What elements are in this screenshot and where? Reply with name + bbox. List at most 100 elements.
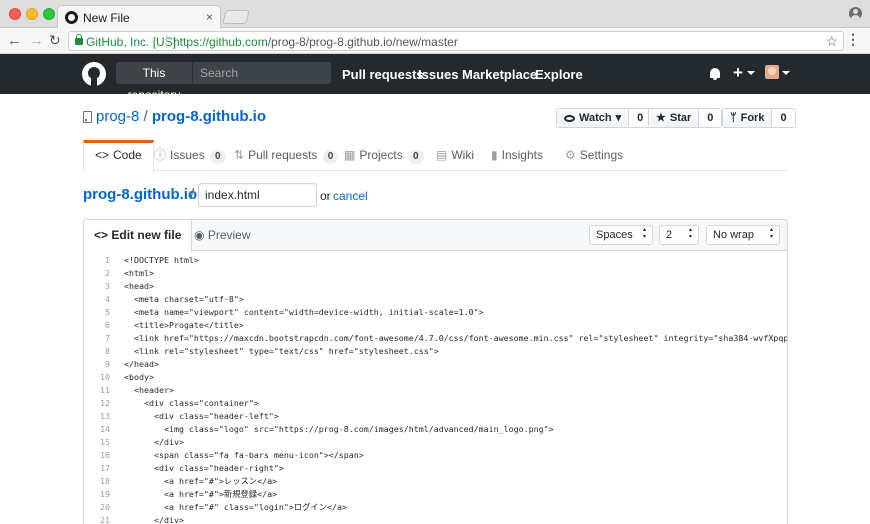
tab-projects[interactable]: ▦ Projects 0	[344, 140, 424, 171]
tab-wiki-label: Wiki	[451, 148, 475, 162]
filename-input[interactable]	[198, 183, 317, 207]
line-number: 8	[105, 346, 110, 356]
nav-pull-requests[interactable]: Pull requests	[342, 67, 424, 82]
maximize-window-button[interactable]	[43, 8, 55, 20]
address-bar[interactable]: GitHub, Inc. [US] https://github.com/pro…	[68, 31, 844, 51]
wrap-mode-select[interactable]: No wrap	[706, 225, 780, 245]
user-avatar[interactable]	[765, 65, 779, 79]
code-line[interactable]: 10 <body>	[84, 371, 787, 384]
fork-button[interactable]: ᛘ Fork	[723, 109, 773, 127]
code-line[interactable]: 9 </head>	[84, 358, 787, 371]
tab-preview[interactable]: ◉ Preview	[184, 220, 261, 252]
line-content[interactable]: <img class="logo" src="https://prog-8.co…	[124, 423, 554, 436]
tab-insights[interactable]: ▮ Insights	[491, 140, 543, 171]
new-tab-button[interactable]	[222, 10, 250, 24]
repo-owner-link[interactable]: prog-8	[96, 108, 139, 125]
indent-mode-select[interactable]: Spaces	[589, 225, 653, 245]
code-line[interactable]: 2 <html>	[84, 267, 787, 280]
back-arrow-icon[interactable]: ←	[7, 32, 22, 49]
certificate-label: GitHub, Inc. [US]	[86, 35, 177, 49]
search-input[interactable]: Search	[192, 62, 331, 84]
browser-menu-icon[interactable]: ⋮	[846, 31, 860, 48]
profile-icon[interactable]	[849, 7, 862, 20]
line-content[interactable]: <header>	[124, 384, 174, 397]
line-content[interactable]: <body>	[124, 371, 154, 384]
line-content[interactable]: <html>	[124, 267, 154, 280]
code-line[interactable]: 5 <meta name="viewport" content="width=d…	[84, 306, 787, 319]
code-line[interactable]: 20 <a href="#" class="login">ログイン</a>	[84, 501, 787, 514]
line-content[interactable]: <head>	[124, 280, 154, 293]
tab-wiki[interactable]: ▤ Wiki	[436, 140, 474, 171]
line-content[interactable]: <link href="https://maxcdn.bootstrapcdn.…	[124, 332, 787, 345]
nav-explore[interactable]: Explore	[535, 67, 583, 82]
line-content[interactable]: </div>	[124, 436, 184, 449]
close-window-button[interactable]	[9, 8, 21, 20]
code-line[interactable]: 6 <title>Progate</title>	[84, 319, 787, 332]
line-content[interactable]: <title>Progate</title>	[124, 319, 244, 332]
indent-size-select[interactable]: 2	[659, 225, 699, 245]
tab-settings[interactable]: ⚙ Settings	[565, 140, 623, 171]
url-text[interactable]: https://github.com/prog-8/prog-8.github.…	[173, 35, 458, 49]
line-content[interactable]: <a href="#" class="login">ログイン</a>	[124, 501, 347, 514]
code-line[interactable]: 17 <div class="header-right">	[84, 462, 787, 475]
code-line[interactable]: 21 </div>	[84, 514, 787, 524]
line-content[interactable]: <a href="#">新規登録</a>	[124, 488, 277, 501]
nav-issues[interactable]: Issues	[418, 67, 458, 82]
code-line[interactable]: 12 <div class="container">	[84, 397, 787, 410]
tab-code[interactable]: <> Code	[83, 140, 154, 172]
star-button[interactable]: ★ Star	[649, 109, 700, 127]
line-content[interactable]: <meta charset="utf-8">	[124, 293, 244, 306]
line-content[interactable]: <div class="header-left">	[124, 410, 279, 423]
code-line[interactable]: 19 <a href="#">新規登録</a>	[84, 488, 787, 501]
notifications-bell-icon[interactable]	[710, 68, 720, 80]
code-line[interactable]: 13 <div class="header-left">	[84, 410, 787, 423]
nav-marketplace[interactable]: Marketplace	[462, 67, 537, 82]
line-content[interactable]: <meta name="viewport" content="width=dev…	[124, 306, 484, 319]
code-line[interactable]: 15 </div>	[84, 436, 787, 449]
reload-icon[interactable]: ↻	[49, 32, 61, 49]
browser-tab-active[interactable]: New File ×	[57, 5, 221, 29]
tab-settings-label: Settings	[579, 148, 624, 162]
tab-insights-label: Insights	[501, 148, 543, 162]
line-content[interactable]: <a href="#">レッスン</a>	[124, 475, 277, 488]
breadcrumb-repo-link[interactable]: prog-8.github.io	[83, 186, 197, 203]
line-number: 16	[100, 450, 110, 460]
fork-count[interactable]: 0	[772, 109, 795, 127]
tab-pull-requests-label: Pull requests	[248, 148, 318, 162]
fork-label: Fork	[740, 112, 765, 124]
code-line[interactable]: 16 <span class="fa fa-bars menu-icon"></…	[84, 449, 787, 462]
forward-arrow-icon[interactable]: →	[29, 32, 44, 49]
line-content[interactable]: <!DOCTYPE html>	[124, 254, 199, 267]
github-logo-icon[interactable]	[82, 62, 106, 86]
line-content[interactable]: </div>	[124, 514, 184, 524]
create-new-plus-icon[interactable]: +	[733, 63, 743, 83]
star-count[interactable]: 0	[699, 109, 722, 127]
minimize-window-button[interactable]	[26, 8, 38, 20]
line-content[interactable]: <div class="header-right">	[124, 462, 284, 475]
line-content[interactable]: <div class="container">	[124, 397, 259, 410]
eye-icon	[564, 114, 575, 122]
create-new-chevron-down-icon[interactable]	[747, 71, 755, 75]
bookmark-star-icon[interactable]: ☆	[825, 33, 838, 50]
code-line[interactable]: 3 <head>	[84, 280, 787, 293]
user-menu-chevron-down-icon[interactable]	[782, 71, 790, 75]
repo-name-link[interactable]: prog-8.github.io	[152, 108, 266, 125]
code-line[interactable]: 11 <header>	[84, 384, 787, 397]
code-line[interactable]: 4 <meta charset="utf-8">	[84, 293, 787, 306]
tab-issues[interactable]: ⓘ Issues 0	[154, 140, 226, 171]
code-line[interactable]: 7 <link href="https://maxcdn.bootstrapcd…	[84, 332, 787, 345]
code-line[interactable]: 1 <!DOCTYPE html>	[84, 254, 787, 267]
watch-button[interactable]: Watch ▾	[557, 109, 630, 127]
tab-edit-new-file[interactable]: <> Edit new file	[84, 220, 193, 252]
line-content[interactable]: <span class="fa fa-bars menu-icon"></spa…	[124, 449, 364, 462]
code-area[interactable]: 1 <!DOCTYPE html> 2 <html> 3 <head> 4 <meta ch…	[84, 254, 787, 524]
code-line[interactable]: 8 <link rel="stylesheet" type="text/css"…	[84, 345, 787, 358]
tab-close-icon[interactable]: ×	[206, 10, 213, 24]
cancel-link[interactable]: cancel	[333, 189, 368, 203]
line-content[interactable]: </head>	[124, 358, 159, 371]
code-line[interactable]: 14 <img class="logo" src="https://prog-8…	[84, 423, 787, 436]
watch-group: Watch ▾ 0	[556, 108, 653, 128]
code-line[interactable]: 18 <a href="#">レッスン</a>	[84, 475, 787, 488]
tab-pull-requests[interactable]: ⇅ Pull requests 0	[234, 140, 339, 171]
line-content[interactable]: <link rel="stylesheet" type="text/css" h…	[124, 345, 439, 358]
